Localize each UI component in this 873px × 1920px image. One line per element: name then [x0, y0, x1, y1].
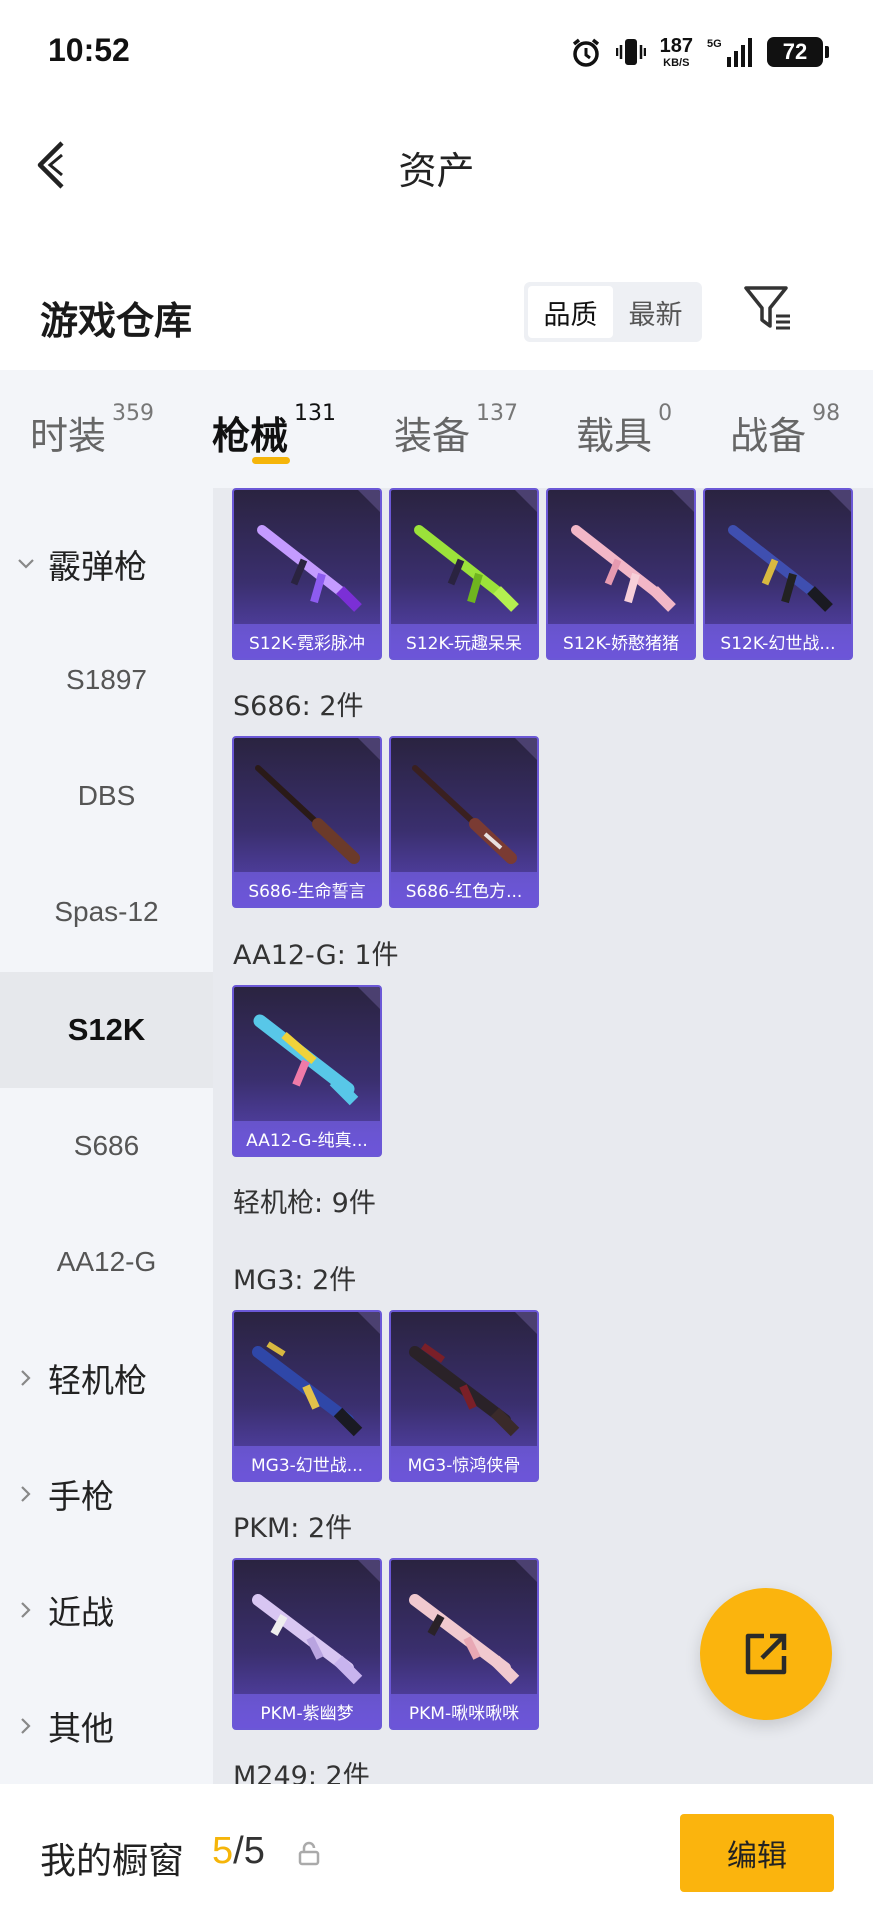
- status-time: 10:52: [48, 32, 130, 68]
- skin-name: S12K-玩趣呆呆: [391, 624, 537, 658]
- skin-card[interactable]: MG3-惊鸿侠骨: [389, 1310, 539, 1482]
- svg-text:5G: 5G: [707, 38, 722, 50]
- skin-card[interactable]: S686-红色方...: [389, 736, 539, 908]
- section-title-pkm: PKM: 2件: [233, 1513, 353, 1544]
- sort-latest-option[interactable]: 最新: [613, 286, 698, 338]
- sidebar-item-dbs[interactable]: DBS: [0, 738, 213, 854]
- sidebar-item-s1897[interactable]: S1897: [0, 622, 213, 738]
- sidebar-item-lmg[interactable]: 轻机枪: [0, 1320, 213, 1436]
- showcase-total: 5: [243, 1830, 265, 1872]
- sidebar-item-melee[interactable]: 近战: [0, 1552, 213, 1668]
- chevron-down-icon: [18, 559, 34, 569]
- lock-icon: [298, 1841, 320, 1866]
- skin-card[interactable]: S686-生命誓言: [232, 736, 382, 908]
- showcase-count: 5/5: [212, 1830, 265, 1873]
- sidebar-item-aa12g[interactable]: AA12-G: [0, 1204, 213, 1320]
- skin-card[interactable]: S12K-玩趣呆呆: [389, 488, 539, 660]
- status-icons: 187 KB/S 5G 72: [570, 32, 829, 72]
- skin-name: S686-红色方...: [391, 872, 537, 906]
- skin-name: S12K-娇憨猪猪: [548, 624, 694, 658]
- filter-button[interactable]: [740, 280, 800, 340]
- section-title-aa12g: AA12-G: 1件: [233, 940, 399, 971]
- sidebar-item-pistol[interactable]: 手枪: [0, 1436, 213, 1552]
- sort-quality-option[interactable]: 品质: [528, 286, 613, 338]
- alarm-icon: [570, 36, 602, 68]
- skin-card[interactable]: AA12-G-纯真...: [232, 985, 382, 1157]
- skin-card[interactable]: PKM-紫幽梦: [232, 1558, 382, 1730]
- tab-fashion[interactable]: 时装 359: [30, 370, 154, 488]
- sidebar-item-shotgun[interactable]: 霰弹枪: [0, 506, 213, 622]
- edit-button[interactable]: 编辑: [680, 1814, 834, 1892]
- sidebar-item-s686[interactable]: S686: [0, 1088, 213, 1204]
- tab-vehicles[interactable]: 载具 0: [576, 370, 672, 488]
- skin-name: MG3-幻世战...: [234, 1446, 380, 1480]
- rifle-image: [414, 525, 519, 612]
- sidebar-item-s12k[interactable]: S12K: [0, 972, 213, 1088]
- machine-gun-image: [409, 1343, 520, 1437]
- chevron-right-icon: [21, 1602, 31, 1618]
- tab-equipment[interactable]: 装备 137: [394, 370, 518, 488]
- share-external-icon: [745, 1633, 787, 1675]
- section-title-lmg: 轻机枪: 9件: [233, 1188, 376, 1219]
- filter-icon: [744, 286, 790, 330]
- tab-guns[interactable]: 枪械 131: [212, 370, 336, 488]
- sort-toggle: 品质 最新: [524, 282, 702, 342]
- weapon-category-sidebar: 霰弹枪 S1897 DBS Spas-12 S12K S686 AA12-G 轻…: [0, 488, 213, 1784]
- machine-gun-image: [409, 1594, 520, 1685]
- showcase-bar: 我的橱窗 5/5 编辑: [0, 1784, 873, 1920]
- title-bar: 资产: [0, 100, 873, 230]
- shotgun-image: [255, 765, 360, 864]
- sidebar-item-other[interactable]: 其他: [0, 1668, 213, 1784]
- skin-name: PKM-啾咪啾咪: [391, 1694, 537, 1728]
- rifle-image: [571, 525, 676, 612]
- sidebar-item-spas12[interactable]: Spas-12: [0, 854, 213, 970]
- shotgun-image: [253, 1014, 359, 1106]
- tab-supplies[interactable]: 战备 98: [730, 370, 840, 488]
- share-button[interactable]: [700, 1588, 832, 1720]
- skin-name: AA12-G-纯真...: [234, 1121, 380, 1155]
- active-tab-indicator: [252, 457, 291, 464]
- warehouse-header: 游戏仓库 品质 最新: [0, 270, 873, 370]
- showcase-label: 我的橱窗: [40, 1841, 185, 1882]
- section-title-m249: M249: 2件: [233, 1761, 370, 1784]
- skin-name: S12K-霓彩脉冲: [234, 624, 380, 658]
- machine-gun-image: [252, 1594, 363, 1685]
- skin-card[interactable]: S12K-幻世战...: [703, 488, 853, 660]
- skin-card[interactable]: PKM-啾咪啾咪: [389, 1558, 539, 1730]
- machine-gun-image: [252, 1341, 363, 1437]
- skin-name: S12K-幻世战...: [705, 624, 851, 658]
- category-tabs: 时装 359 枪械 131 装备 137 载具 0 战备 98: [0, 370, 873, 488]
- net-speed: 187 KB/S: [659, 34, 693, 69]
- warehouse-title: 游戏仓库: [40, 299, 193, 343]
- section-title-s686: S686: 2件: [233, 691, 364, 722]
- shotgun-image: [412, 765, 517, 864]
- rifle-image: [257, 525, 362, 612]
- showcase-current: 5: [212, 1830, 234, 1872]
- skin-card[interactable]: S12K-霓彩脉冲: [232, 488, 382, 660]
- showcase-separator: /: [233, 1830, 244, 1872]
- skin-name: S686-生命誓言: [234, 872, 380, 906]
- skin-card[interactable]: MG3-幻世战...: [232, 1310, 382, 1482]
- battery-icon: 72: [767, 37, 829, 67]
- vibrate-icon: [615, 36, 646, 68]
- 5g-signal-icon: 5G: [707, 35, 753, 69]
- status-bar: 10:52 187 KB/S 5G 72: [0, 0, 873, 100]
- section-title-mg3: MG3: 2件: [233, 1265, 357, 1296]
- skin-name: PKM-紫幽梦: [234, 1694, 380, 1728]
- skin-card[interactable]: S12K-娇憨猪猪: [546, 488, 696, 660]
- rifle-image: [728, 525, 833, 612]
- chevron-right-icon: [21, 1486, 31, 1502]
- page-title: 资产: [398, 149, 475, 193]
- skin-name: MG3-惊鸿侠骨: [391, 1446, 537, 1480]
- chevron-right-icon: [21, 1718, 31, 1734]
- chevron-right-icon: [21, 1370, 31, 1386]
